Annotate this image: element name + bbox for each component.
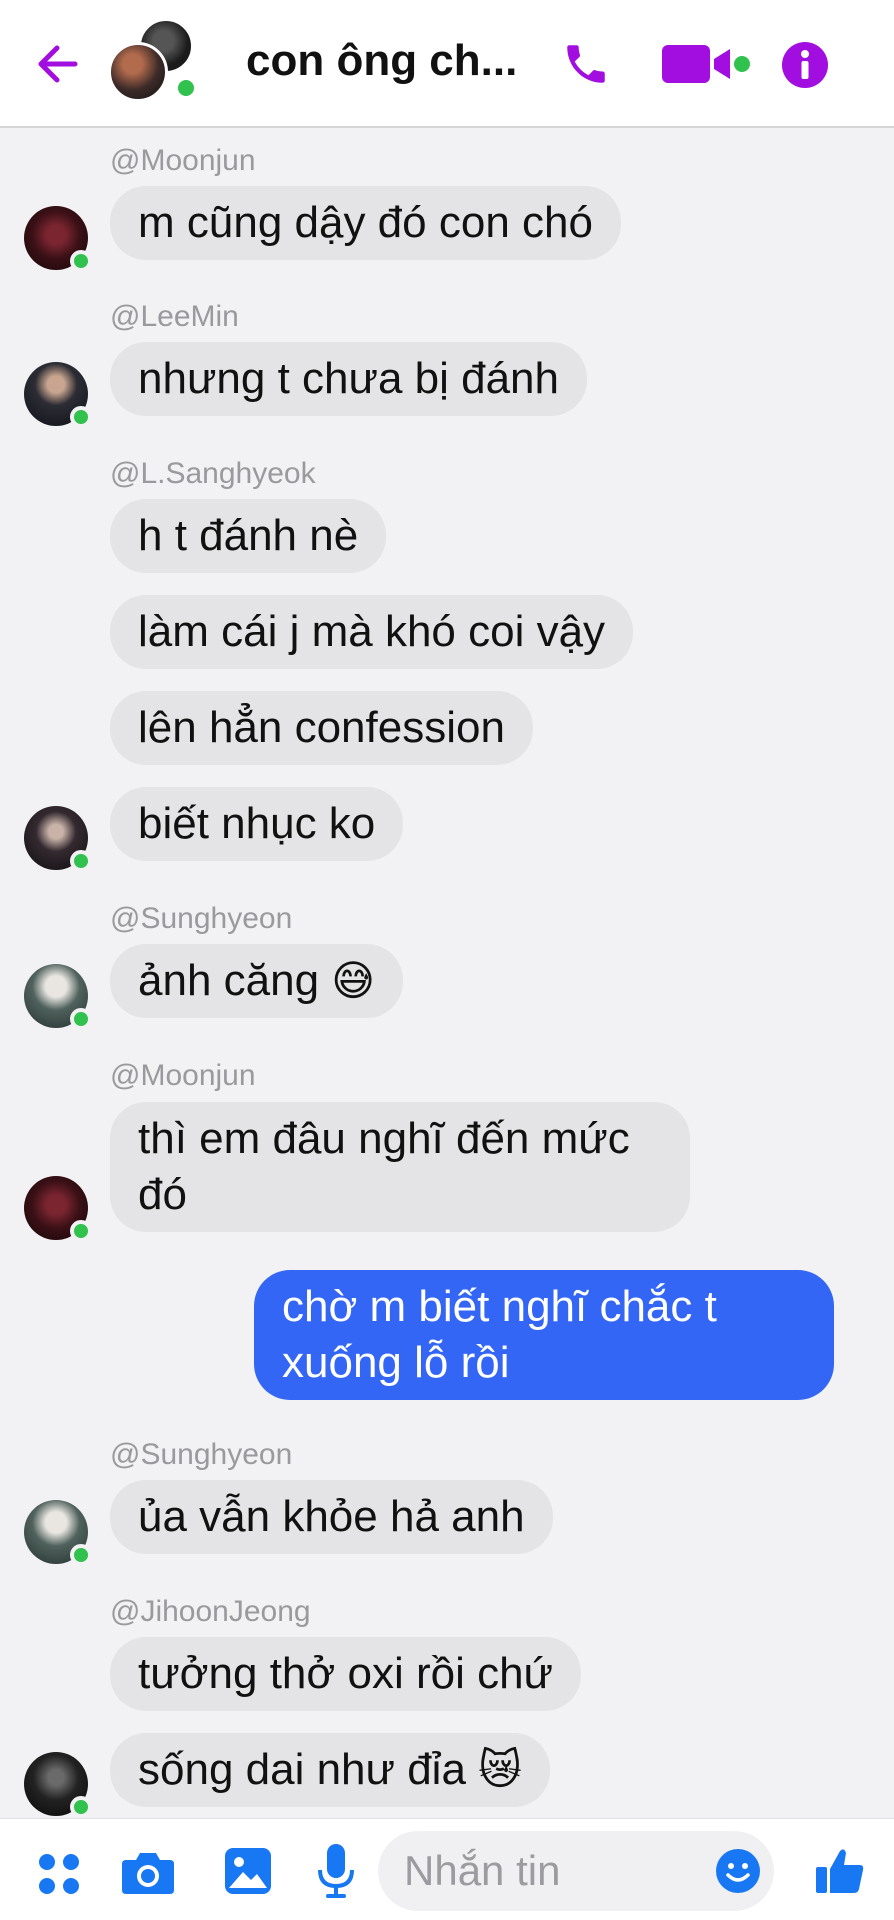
avatar[interactable] (24, 964, 92, 1030)
message-bubble[interactable]: tưởng thở oxi rồi chứ (110, 1637, 581, 1711)
crying-cat-emoji: 😿 (478, 1745, 522, 1794)
avatar[interactable] (24, 806, 92, 872)
back-arrow-icon (38, 45, 78, 83)
message-input-container (378, 1831, 774, 1911)
thumbs-up-icon (816, 1849, 864, 1893)
microphone-icon (318, 1844, 354, 1898)
sender-name: @LeeMin (110, 300, 239, 333)
message-list[interactable]: @Moonjun m cũng dậy đó con chó @LeeMin n… (0, 130, 894, 1818)
online-indicator (70, 1220, 92, 1242)
back-button[interactable] (30, 40, 84, 88)
avatar[interactable] (24, 206, 92, 272)
group-avatar-member-2 (108, 42, 168, 102)
own-message-bubble[interactable]: chờ m biết nghĩ chắc t xuống lỗ rồi (254, 1270, 834, 1400)
message-bubble[interactable]: m cũng dậy đó con chó (110, 186, 621, 260)
message-bubble[interactable]: ủa vẫn khỏe hả anh (110, 1480, 553, 1554)
message-bubble[interactable]: ảnh căng 😅 (110, 944, 404, 1018)
video-call-button[interactable] (660, 36, 752, 92)
avatar[interactable] (24, 1500, 92, 1566)
message-bubble[interactable]: làm cái j mà khó coi vậy (110, 595, 634, 669)
avatar[interactable] (24, 362, 92, 428)
message-bubble[interactable]: thì em đâu nghĩ đến mức đó (110, 1102, 690, 1232)
gallery-button[interactable] (222, 1845, 274, 1897)
online-indicator (70, 250, 92, 272)
sender-name: @JihoonJeong (110, 1595, 311, 1628)
sender-name: @Sunghyeon (110, 1438, 293, 1471)
camera-icon (122, 1853, 174, 1894)
online-indicator (174, 76, 198, 100)
composer-bar (0, 1818, 894, 1920)
conversation-info-button[interactable] (780, 40, 830, 90)
conversation-header: con ông ch... (0, 0, 894, 128)
more-actions-button[interactable] (34, 1849, 84, 1899)
image-icon (225, 1848, 271, 1894)
emoji-button[interactable] (714, 1847, 762, 1895)
message-bubble[interactable]: nhưng t chưa bị đánh (110, 342, 587, 416)
conversation-title[interactable]: con ông ch... (246, 36, 536, 86)
grid-dots-icon (39, 1854, 79, 1894)
online-indicator (70, 1008, 92, 1030)
sender-name: @Moonjun (110, 144, 256, 177)
sender-name: @L.Sanghyeok (110, 457, 316, 490)
online-indicator (70, 850, 92, 872)
smiley-icon (716, 1849, 760, 1893)
video-camera-icon (662, 45, 750, 83)
group-avatar[interactable] (108, 18, 198, 108)
avatar[interactable] (24, 1176, 92, 1242)
phone-icon (567, 45, 605, 83)
sender-name: @Sunghyeon (110, 902, 293, 935)
online-indicator (70, 406, 92, 428)
online-indicator (70, 1796, 92, 1818)
message-input[interactable] (404, 1841, 674, 1901)
like-button[interactable] (812, 1843, 868, 1899)
camera-button[interactable] (120, 1849, 176, 1897)
message-text: sống dai như đỉa (138, 1745, 466, 1794)
message-bubble[interactable]: h t đánh nè (110, 499, 387, 573)
message-bubble[interactable]: biết nhục ko (110, 787, 404, 861)
voice-message-button[interactable] (314, 1841, 358, 1901)
message-bubble[interactable]: lên hẳn confession (110, 691, 533, 765)
avatar[interactable] (24, 1752, 92, 1818)
info-icon (782, 42, 828, 88)
message-bubble[interactable]: sống dai như đỉa 😿 (110, 1733, 550, 1807)
message-text: ảnh căng (138, 956, 320, 1005)
voice-call-button[interactable] (556, 34, 616, 94)
sweat-smile-emoji: 😅 (331, 956, 376, 1005)
online-indicator (70, 1544, 92, 1566)
sender-name: @Moonjun (110, 1059, 256, 1092)
